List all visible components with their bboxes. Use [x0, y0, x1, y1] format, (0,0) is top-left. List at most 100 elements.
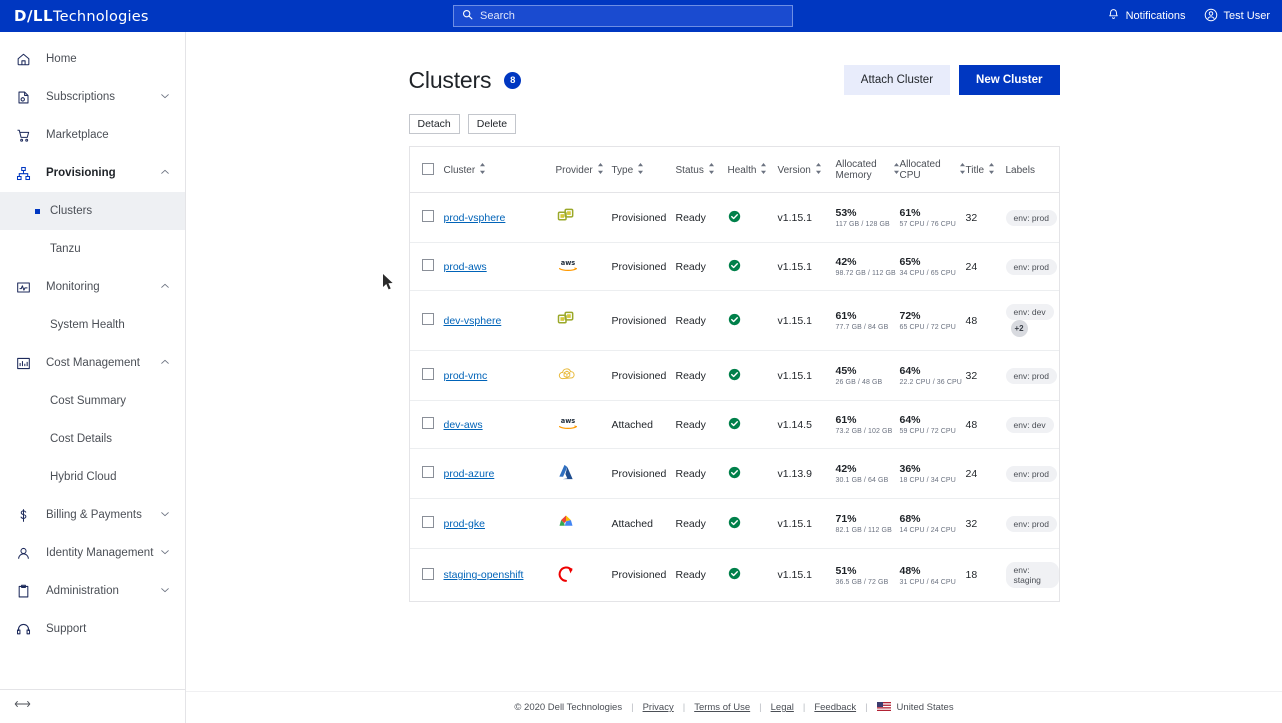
- table-row[interactable]: prod-vmcProvisionedReadyv1.15.145%26 GB …: [410, 351, 1059, 401]
- label-tag[interactable]: env: prod: [1006, 466, 1057, 482]
- sidebar-item-cost-summary[interactable]: Cost Summary: [0, 382, 185, 420]
- provider-icon: aws: [556, 423, 580, 435]
- cluster-link[interactable]: prod-gke: [444, 518, 485, 530]
- chevron-down-icon[interactable]: [159, 90, 171, 105]
- label-tag[interactable]: env: staging: [1006, 562, 1059, 588]
- cluster-link[interactable]: prod-vmc: [444, 370, 488, 382]
- th-select-all: [410, 147, 444, 193]
- sort-icon[interactable]: [988, 163, 995, 177]
- more-labels-badge[interactable]: +2: [1011, 320, 1028, 337]
- sidebar-item-support[interactable]: Support: [0, 610, 185, 648]
- table-row[interactable]: staging-openshiftProvisionedReadyv1.15.1…: [410, 549, 1059, 602]
- footer-separator: |: [759, 702, 761, 713]
- sort-icon[interactable]: [893, 163, 900, 177]
- table-row[interactable]: prod-gkeAttachedReadyv1.15.171%82.1 GB /…: [410, 499, 1059, 549]
- th-version[interactable]: Version: [778, 147, 836, 193]
- chevron-down-icon[interactable]: [159, 546, 171, 561]
- chevron-down-icon[interactable]: [159, 508, 171, 523]
- sidebar-item-system-health[interactable]: System Health: [0, 306, 185, 344]
- chevron-up-icon[interactable]: [159, 356, 171, 371]
- sidebar-item-clusters[interactable]: Clusters: [0, 192, 185, 230]
- row-checkbox[interactable]: [422, 466, 434, 478]
- sort-icon[interactable]: [637, 163, 644, 177]
- row-checkbox[interactable]: [422, 313, 434, 325]
- table-row[interactable]: dev-awsawsAttachedReadyv1.14.561%73.2 GB…: [410, 401, 1059, 449]
- label-tag[interactable]: env: dev: [1006, 304, 1054, 320]
- sort-icon[interactable]: [959, 163, 966, 177]
- th-provider[interactable]: Provider: [556, 147, 612, 193]
- user-menu-button[interactable]: Test User: [1204, 8, 1270, 25]
- label-tag[interactable]: env: prod: [1006, 516, 1057, 532]
- footer-link-privacy[interactable]: Privacy: [643, 702, 674, 713]
- th-cluster[interactable]: Cluster: [444, 147, 556, 193]
- label-tag[interactable]: env: dev: [1006, 417, 1054, 433]
- dell-technologies-logo[interactable]: D∕LL Technologies: [14, 7, 149, 25]
- sidebar-collapse-button[interactable]: [0, 689, 185, 723]
- sidebar-item-identity-management[interactable]: Identity Management: [0, 534, 185, 572]
- cluster-link[interactable]: prod-azure: [444, 468, 495, 480]
- chevron-down-icon[interactable]: [159, 584, 171, 599]
- select-all-checkbox[interactable]: [422, 163, 434, 175]
- detach-button[interactable]: Detach: [409, 114, 460, 134]
- th-type[interactable]: Type: [612, 147, 676, 193]
- cell-version: v1.15.1: [778, 499, 836, 549]
- sidebar-item-subscriptions[interactable]: Subscriptions: [0, 78, 185, 116]
- label-tag[interactable]: env: prod: [1006, 259, 1057, 275]
- row-checkbox[interactable]: [422, 368, 434, 380]
- row-checkbox[interactable]: [422, 568, 434, 580]
- th-status[interactable]: Status: [676, 147, 728, 193]
- th-health[interactable]: Health: [728, 147, 778, 193]
- sidebar-item-home[interactable]: Home: [0, 40, 185, 78]
- footer-link-legal[interactable]: Legal: [771, 702, 794, 713]
- cluster-link[interactable]: prod-vsphere: [444, 212, 506, 224]
- table-row[interactable]: dev-vsphereProvisionedReadyv1.15.161%77.…: [410, 291, 1059, 351]
- label-tag[interactable]: env: prod: [1006, 210, 1057, 226]
- row-checkbox[interactable]: [422, 516, 434, 528]
- notifications-button[interactable]: Notifications: [1107, 8, 1186, 24]
- row-checkbox[interactable]: [422, 259, 434, 271]
- footer-link-feedback[interactable]: Feedback: [814, 702, 856, 713]
- sort-icon[interactable]: [760, 163, 767, 177]
- table-row[interactable]: prod-vsphereProvisionedReadyv1.15.153%11…: [410, 193, 1059, 243]
- sidebar-item-cost-details[interactable]: Cost Details: [0, 420, 185, 458]
- row-checkbox[interactable]: [422, 210, 434, 222]
- sort-icon[interactable]: [597, 163, 604, 177]
- cpu-percent: 48%: [900, 565, 966, 577]
- sidebar-item-monitoring[interactable]: Monitoring: [0, 268, 185, 306]
- sidebar-item-cost-management[interactable]: Cost Management: [0, 344, 185, 382]
- sort-icon[interactable]: [479, 163, 486, 177]
- monitoring-icon: [16, 280, 36, 295]
- row-checkbox[interactable]: [422, 417, 434, 429]
- page-header-actions: Attach Cluster New Cluster: [844, 65, 1060, 95]
- user-name-label: Test User: [1224, 10, 1270, 22]
- sidebar-item-billing-payments[interactable]: Billing & Payments: [0, 496, 185, 534]
- cluster-link[interactable]: staging-openshift: [444, 569, 524, 581]
- new-cluster-button[interactable]: New Cluster: [959, 65, 1059, 95]
- table-row[interactable]: prod-azureProvisionedReadyv1.13.942%30.1…: [410, 449, 1059, 499]
- footer-link-terms[interactable]: Terms of Use: [694, 702, 750, 713]
- sidebar-item-administration[interactable]: Administration: [0, 572, 185, 610]
- attach-cluster-button[interactable]: Attach Cluster: [844, 65, 950, 95]
- footer-copyright: © 2020 Dell Technologies: [514, 702, 622, 713]
- chevron-up-icon[interactable]: [159, 280, 171, 295]
- th-allocated-memory[interactable]: Allocated Memory: [836, 147, 900, 193]
- sort-icon[interactable]: [815, 163, 822, 177]
- sidebar-item-provisioning[interactable]: Provisioning: [0, 154, 185, 192]
- region-selector[interactable]: United States: [877, 702, 954, 714]
- label-tag[interactable]: env: prod: [1006, 368, 1057, 384]
- sidebar-item-marketplace[interactable]: Marketplace: [0, 116, 185, 154]
- health-ok-icon: [728, 516, 778, 532]
- cluster-link[interactable]: dev-vsphere: [444, 315, 502, 327]
- cluster-link[interactable]: prod-aws: [444, 261, 487, 273]
- cluster-link[interactable]: dev-aws: [444, 419, 483, 431]
- sidebar-item-tanzu[interactable]: Tanzu: [0, 230, 185, 268]
- search-input[interactable]: [480, 10, 784, 22]
- sidebar-item-hybrid-cloud[interactable]: Hybrid Cloud: [0, 458, 185, 496]
- th-allocated-cpu[interactable]: Allocated CPU: [900, 147, 966, 193]
- chevron-up-icon[interactable]: [159, 166, 171, 181]
- sort-icon[interactable]: [708, 163, 715, 177]
- delete-button[interactable]: Delete: [468, 114, 516, 134]
- global-search-box[interactable]: [453, 5, 793, 27]
- table-row[interactable]: prod-awsawsProvisionedReadyv1.15.142%98.…: [410, 243, 1059, 291]
- th-title[interactable]: Title: [966, 147, 1006, 193]
